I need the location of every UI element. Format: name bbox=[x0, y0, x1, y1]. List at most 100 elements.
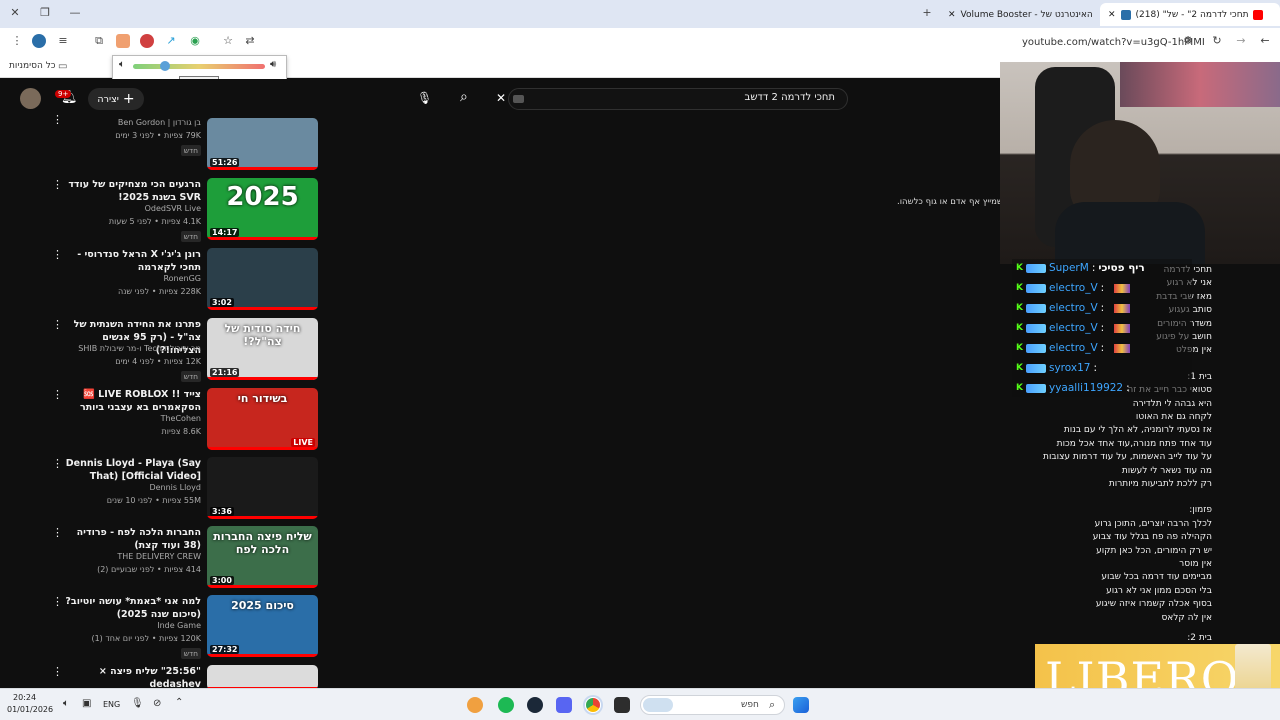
chat-username[interactable]: electro_V bbox=[1049, 282, 1098, 294]
video-duration: 3:36 bbox=[210, 507, 234, 516]
more-options-icon[interactable]: ⋮ bbox=[52, 318, 63, 331]
volume-low-icon: 🔈︎ bbox=[119, 59, 125, 70]
volume-icon[interactable]: 🔈︎ bbox=[63, 698, 69, 709]
video-title[interactable]: למה אני *באמת* עושה יוטיוב? (סיכום שנה 2… bbox=[61, 595, 201, 621]
chat-username[interactable]: syrox17 bbox=[1049, 362, 1090, 374]
chat-username[interactable]: electro_V bbox=[1049, 342, 1098, 354]
video-channel[interactable]: בן גורדון | Ben Gordon bbox=[31, 118, 201, 127]
tab-volume-booster[interactable]: ✕ Volume Booster - האינטרנט של bbox=[940, 3, 1100, 26]
search-input[interactable]: ✕ תחכי לדרמה 2 דדשב bbox=[496, 88, 848, 110]
chat-username[interactable]: electro_V bbox=[1049, 322, 1098, 334]
extension-icon[interactable]: ◉ bbox=[188, 34, 202, 48]
network-icon[interactable]: ▣ bbox=[82, 698, 91, 709]
cast-icon[interactable]: ⇄ bbox=[243, 34, 257, 48]
more-options-icon[interactable]: ⋮ bbox=[52, 595, 63, 608]
forward-icon[interactable]: → bbox=[1234, 34, 1248, 48]
emote-icon bbox=[1114, 323, 1131, 333]
back-icon[interactable]: ← bbox=[1258, 34, 1272, 48]
tab-label: (218) "תחכי לדרמה 2" - של bbox=[1135, 9, 1249, 20]
video-channel[interactable]: Dennis Lloyd bbox=[31, 483, 201, 492]
video-channel[interactable]: THE DELIVERY CREW bbox=[31, 552, 201, 561]
video-thumbnail[interactable]: 3:36 bbox=[207, 457, 318, 519]
lyric-line: רק ללכת לתביעות מיותרות bbox=[1108, 479, 1212, 489]
video-title[interactable]: החברות הלכה לפח - פרודיה (38 ועוד קצת) bbox=[61, 526, 201, 552]
avatar[interactable] bbox=[20, 88, 41, 109]
microphone-icon[interactable]: 🎙︎ bbox=[417, 91, 432, 105]
video-thumbnail[interactable]: 2025 14:17 bbox=[207, 178, 318, 240]
search-highlight-icon bbox=[643, 698, 673, 712]
profile-icon[interactable] bbox=[32, 34, 46, 48]
video-channel[interactable]: מר שיבולת Tech ו-מר שיבולת SHIB bbox=[31, 344, 201, 353]
chevron-up-icon[interactable]: ⌃ bbox=[175, 697, 183, 708]
video-channel[interactable]: OdedSVR Live bbox=[31, 204, 201, 213]
chat-username[interactable]: electro_V bbox=[1049, 302, 1098, 314]
minimize-icon[interactable]: — bbox=[68, 6, 82, 19]
clock-time[interactable]: 20:24 bbox=[13, 693, 36, 702]
video-title[interactable]: Dennis Lloyd - Playa (Say That) [Officia… bbox=[61, 457, 201, 483]
taskbar-search[interactable]: חפש ⌕ bbox=[640, 695, 785, 715]
language-indicator[interactable]: ENG bbox=[103, 700, 120, 709]
lyric-line: בסוף אכלה קשמרו איזה שיגוע bbox=[1095, 599, 1212, 610]
tab-youtube[interactable]: ✕ (218) "תחכי לדרמה 2" - של bbox=[1100, 3, 1280, 26]
tab-search-icon[interactable]: ≡ bbox=[56, 34, 70, 48]
clock-date[interactable]: 01/01/2026 bbox=[7, 705, 53, 714]
more-options-icon[interactable]: ⋮ bbox=[52, 178, 63, 191]
all-bookmarks-link[interactable]: כל הסימניות bbox=[9, 61, 56, 71]
video-channel[interactable]: TheCohen bbox=[31, 414, 201, 423]
menu-icon[interactable]: ⋮ bbox=[10, 34, 24, 48]
video-thumbnail[interactable]: שליח פיצה החברות הלכה לפח 3:00 bbox=[207, 526, 318, 588]
discord-icon[interactable] bbox=[556, 697, 572, 713]
notifications-off-icon[interactable]: ⊘ bbox=[153, 698, 161, 709]
site-settings-icon[interactable]: ⚙ bbox=[1181, 34, 1195, 48]
tab-close-icon[interactable]: ✕ bbox=[948, 10, 956, 20]
restore-icon[interactable]: ❐ bbox=[38, 6, 52, 19]
reload-icon[interactable]: ↻ bbox=[1210, 34, 1224, 48]
tab-strip: ✕ ❐ — + ✕ Volume Booster - האינטרנט של ✕… bbox=[0, 0, 1280, 28]
more-options-icon[interactable]: ⋮ bbox=[52, 526, 63, 539]
spotify-icon[interactable] bbox=[498, 697, 514, 713]
close-icon[interactable]: ✕ bbox=[8, 6, 22, 19]
windows-start-icon[interactable] bbox=[793, 697, 809, 713]
volume-slider[interactable] bbox=[133, 64, 265, 69]
video-title[interactable]: צייד !! 🆘 LIVE ROBLOX הסקאמרים בא עצבני … bbox=[61, 388, 201, 414]
video-thumbnail[interactable]: בשידור חי LIVE bbox=[207, 388, 318, 450]
bookmark-star-icon[interactable]: ☆ bbox=[221, 34, 235, 48]
watch-progress-bar bbox=[207, 654, 318, 657]
video-thumbnail[interactable]: 3:02 bbox=[207, 248, 318, 310]
volume-booster-icon[interactable] bbox=[116, 34, 130, 48]
address-bar[interactable]: youtube.com/watch?v=u3gQ-1hPIMI bbox=[1022, 37, 1205, 48]
extensions-icon[interactable]: ⧉ bbox=[92, 34, 106, 48]
volume-slider-handle[interactable] bbox=[159, 61, 170, 71]
video-thumbnail[interactable]: חידה סודית של צה"ל?! 21:16 bbox=[207, 318, 318, 380]
video-title[interactable]: הרגעים הכי מצחיקים של עודד SVR בשנת 2025… bbox=[61, 178, 201, 204]
user-badges-icon bbox=[1025, 343, 1046, 353]
video-thumbnail[interactable]: סיכום 2025 27:32 bbox=[207, 595, 318, 657]
steam-icon[interactable] bbox=[527, 697, 543, 713]
more-options-icon[interactable]: ⋮ bbox=[52, 665, 63, 678]
more-options-icon[interactable]: ⋮ bbox=[52, 457, 63, 470]
keyboard-icon[interactable] bbox=[513, 95, 524, 103]
video-channel[interactable]: RonenGG bbox=[31, 274, 201, 283]
new-badge: חדש bbox=[180, 231, 201, 242]
extension-icon[interactable]: ↗ bbox=[164, 34, 178, 48]
video-meta: 12K צפיות • לפני 4 ימים bbox=[115, 357, 201, 366]
video-thumbnail[interactable] bbox=[207, 665, 318, 690]
new-tab-icon[interactable]: + bbox=[920, 6, 934, 19]
app-icon[interactable] bbox=[614, 697, 630, 713]
app-icon[interactable] bbox=[467, 697, 483, 713]
tab-close-icon[interactable]: ✕ bbox=[1108, 10, 1116, 20]
chat-text: ריף פסיכי bbox=[1098, 262, 1145, 274]
search-icon[interactable]: ⌕ bbox=[460, 89, 468, 105]
chat-username[interactable]: SuperM bbox=[1049, 262, 1089, 274]
microphone-icon[interactable]: 🎙︎ bbox=[131, 698, 144, 709]
more-options-icon[interactable]: ⋮ bbox=[52, 248, 63, 261]
chrome-icon[interactable] bbox=[585, 697, 601, 713]
video-channel[interactable]: Inde Game bbox=[31, 621, 201, 630]
create-button[interactable]: יצירה + bbox=[88, 88, 144, 110]
video-title[interactable]: רונן ג'יג'י X הראל סנדרוסי - תחכי לקארמה bbox=[61, 248, 201, 274]
clear-search-icon[interactable]: ✕ bbox=[496, 91, 506, 105]
video-thumbnail[interactable]: 51:26 bbox=[207, 118, 318, 170]
chat-username[interactable]: yyaalli119922 bbox=[1049, 382, 1123, 394]
extension-icon[interactable] bbox=[140, 34, 154, 48]
more-options-icon[interactable]: ⋮ bbox=[52, 388, 63, 401]
